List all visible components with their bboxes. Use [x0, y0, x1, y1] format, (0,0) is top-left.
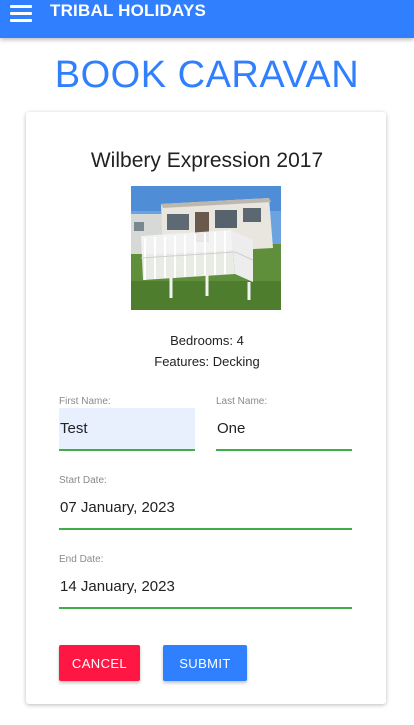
first-name-label: First Name: [59, 396, 111, 407]
submit-button[interactable]: SUBMIT [163, 645, 247, 681]
features-info: Features: Decking [154, 354, 260, 369]
app-header: TRIBAL HOLIDAYS [0, 0, 414, 38]
start-date-label: Start Date: [59, 475, 107, 486]
end-date-field [59, 566, 352, 609]
last-name-input[interactable] [216, 408, 352, 449]
first-name-field [59, 408, 195, 451]
hamburger-menu-icon[interactable] [10, 4, 34, 24]
last-name-label: Last Name: [216, 396, 268, 407]
caravan-photo [131, 186, 281, 310]
cancel-button[interactable]: CANCEL [59, 645, 140, 681]
first-name-input[interactable] [59, 408, 195, 449]
caravan-name: Wilbery Expression 2017 [90, 149, 324, 172]
page-title: BOOK CARAVAN [54, 54, 360, 96]
end-date-label: End Date: [59, 554, 104, 565]
end-date-input[interactable] [59, 566, 352, 607]
bedrooms-info: Bedrooms: 4 [170, 333, 244, 348]
brand-title[interactable]: TRIBAL HOLIDAYS [50, 1, 206, 21]
start-date-field [59, 487, 352, 530]
last-name-field [216, 408, 352, 451]
start-date-input[interactable] [59, 487, 352, 528]
